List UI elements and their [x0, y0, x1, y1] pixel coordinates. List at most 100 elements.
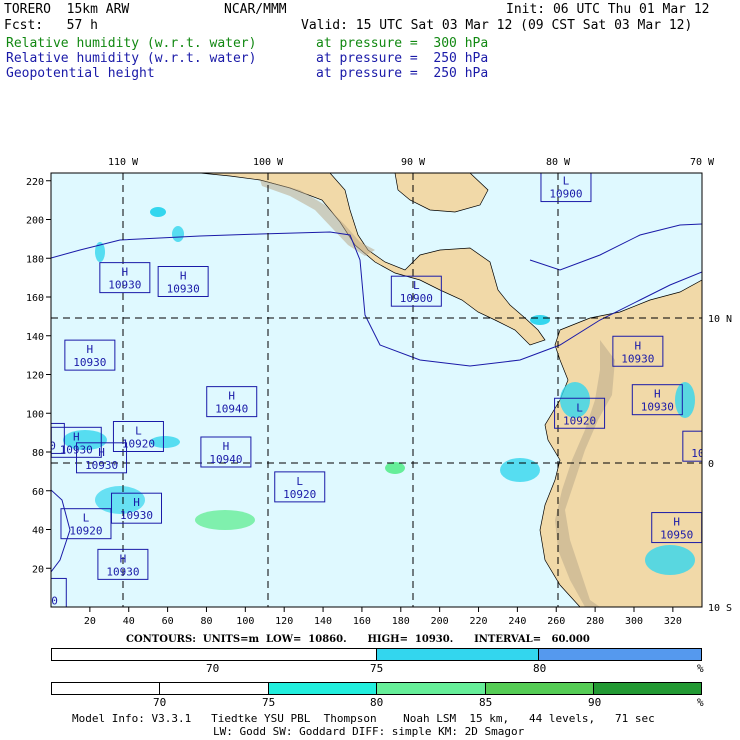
- x-tick-label: 280: [586, 616, 604, 627]
- pressure-value: 10930: [73, 356, 106, 369]
- x-tick-label: 40: [123, 616, 135, 627]
- pressure-type: H: [673, 516, 680, 529]
- x-tick-label: 200: [431, 616, 449, 627]
- pressure-type: L: [576, 401, 583, 414]
- y-tick-label: 40: [32, 526, 44, 537]
- pressure-value: 10930: [167, 283, 200, 296]
- lat-label: 10 N: [708, 314, 732, 325]
- y-tick-label: 60: [32, 487, 44, 498]
- legend-300-label-80: 80: [370, 696, 384, 709]
- y-tick-label: 80: [32, 448, 44, 459]
- lon-label: 80 W: [546, 157, 571, 168]
- legend-300-label-pct: %: [697, 696, 704, 709]
- legend-250-label-70: 70: [206, 662, 220, 675]
- legend-300-seg-2: [160, 683, 269, 694]
- y-tick-label: 160: [26, 293, 44, 304]
- pressure-value: 10900: [400, 292, 433, 305]
- legend-250-label-80: 80: [533, 662, 547, 675]
- pressure-type: H: [635, 339, 642, 352]
- legend-300-seg-6: [593, 683, 701, 694]
- lat-label: 0: [708, 459, 714, 470]
- x-tick-label: 20: [84, 616, 96, 627]
- x-tick-label: 140: [314, 616, 332, 627]
- pressure-value: 10900: [25, 594, 58, 607]
- x-axis-ticks: 20 40 60 80 100 120 140 160 180 200 220 240 260 280 30…: [84, 607, 682, 627]
- lon-label: 110 W: [108, 157, 139, 168]
- legend-250-label-75: 75: [370, 662, 384, 675]
- pressure-value: 10940: [215, 403, 248, 416]
- x-tick-label: 180: [392, 616, 410, 627]
- pressure-type: H: [133, 496, 140, 509]
- legend-250-label-pct: %: [697, 662, 704, 675]
- legend-300-seg-5: [485, 683, 594, 694]
- x-tick-label: 300: [625, 616, 643, 627]
- lon-label: 100 W: [253, 157, 284, 168]
- pressure-type: L: [563, 175, 570, 188]
- pressure-type: L: [296, 475, 303, 488]
- pressure-type: L: [38, 581, 45, 594]
- pressure-value: 10940: [209, 453, 242, 466]
- legend-300-seg-1: [52, 683, 161, 694]
- lon-label: 70 W: [690, 157, 715, 168]
- legend-300-label-90: 90: [588, 696, 602, 709]
- map-canvas: H10930H10930 L10900L10900H10930H10940H109…: [25, 173, 712, 607]
- physics-info: LW: Godd SW: Goddard DIFF: simple KM: 2D…: [213, 725, 525, 738]
- x-tick-label: 220: [469, 616, 487, 627]
- y-tick-label: 140: [26, 332, 44, 343]
- y-tick-label: 200: [26, 216, 44, 227]
- legend-300-label-75: 75: [262, 696, 276, 709]
- y-tick-label: 100: [26, 409, 44, 420]
- pressure-value: 10930: [85, 459, 118, 472]
- pressure-type: L: [705, 434, 712, 447]
- y-tick-label: 180: [26, 254, 44, 265]
- x-tick-label: 320: [664, 616, 682, 627]
- pressure-value: 10930: [621, 352, 654, 365]
- model-info: Model Info: V3.3.1 Tiedtke YSU PBL Thomp…: [72, 712, 655, 725]
- legend-250-seg-2: [376, 649, 539, 660]
- y-tick-label: 220: [26, 177, 44, 188]
- pressure-type: H: [120, 552, 127, 565]
- pressure-type: H: [98, 446, 105, 459]
- pressure-value: 10920: [69, 525, 102, 538]
- legend-300-label-70: 70: [153, 696, 167, 709]
- x-tick-label: 120: [275, 616, 293, 627]
- pressure-type: H: [180, 270, 187, 283]
- pressure-value: 10950: [660, 529, 693, 542]
- y-tick-label: 20: [32, 564, 44, 575]
- x-tick-label: 60: [162, 616, 174, 627]
- legend-300-seg-4: [377, 683, 486, 694]
- pressure-value: 10920: [563, 414, 596, 427]
- pressure-type: L: [135, 425, 142, 438]
- x-tick-label: 160: [353, 616, 371, 627]
- pressure-type: L: [413, 279, 420, 292]
- latitude-labels: 10 N 0 10 S: [708, 314, 732, 614]
- pressure-value: 10920: [283, 488, 316, 501]
- pressure-value: 10930: [106, 565, 139, 578]
- pressure-type: H: [73, 430, 80, 443]
- x-tick-label: 240: [508, 616, 526, 627]
- pressure-type: H: [223, 440, 230, 453]
- y-axis-ticks: 220 200 180 160 140 120 100 80 60 40 20: [26, 177, 51, 575]
- legend-300-label-85: 85: [479, 696, 493, 709]
- pressure-type: L: [83, 512, 90, 525]
- pressure-value: 10930: [108, 279, 141, 292]
- pressure-type: H: [87, 343, 94, 356]
- x-tick-label: 100: [236, 616, 254, 627]
- pressure-type: H: [36, 426, 43, 439]
- pressure-type: H: [228, 390, 235, 403]
- x-tick-label: 260: [547, 616, 565, 627]
- legend-250-seg-3: [538, 649, 701, 660]
- y-tick-label: 120: [26, 371, 44, 382]
- lat-label: 10 S: [708, 603, 732, 614]
- legend-250-bar: [51, 648, 702, 661]
- legend-300-seg-3: [268, 683, 378, 694]
- pressure-value: 10900: [549, 188, 582, 201]
- legend-250-seg-1: [52, 649, 377, 660]
- pressure-value: 10930: [120, 509, 153, 522]
- pressure-value: 10930: [641, 401, 674, 414]
- lon-label: 90 W: [401, 157, 426, 168]
- pressure-type: H: [122, 266, 129, 279]
- pressure-type: H: [654, 388, 661, 401]
- legend-300-bar: [51, 682, 702, 695]
- longitude-labels: 110 W 100 W 90 W 80 W 70 W: [108, 157, 715, 168]
